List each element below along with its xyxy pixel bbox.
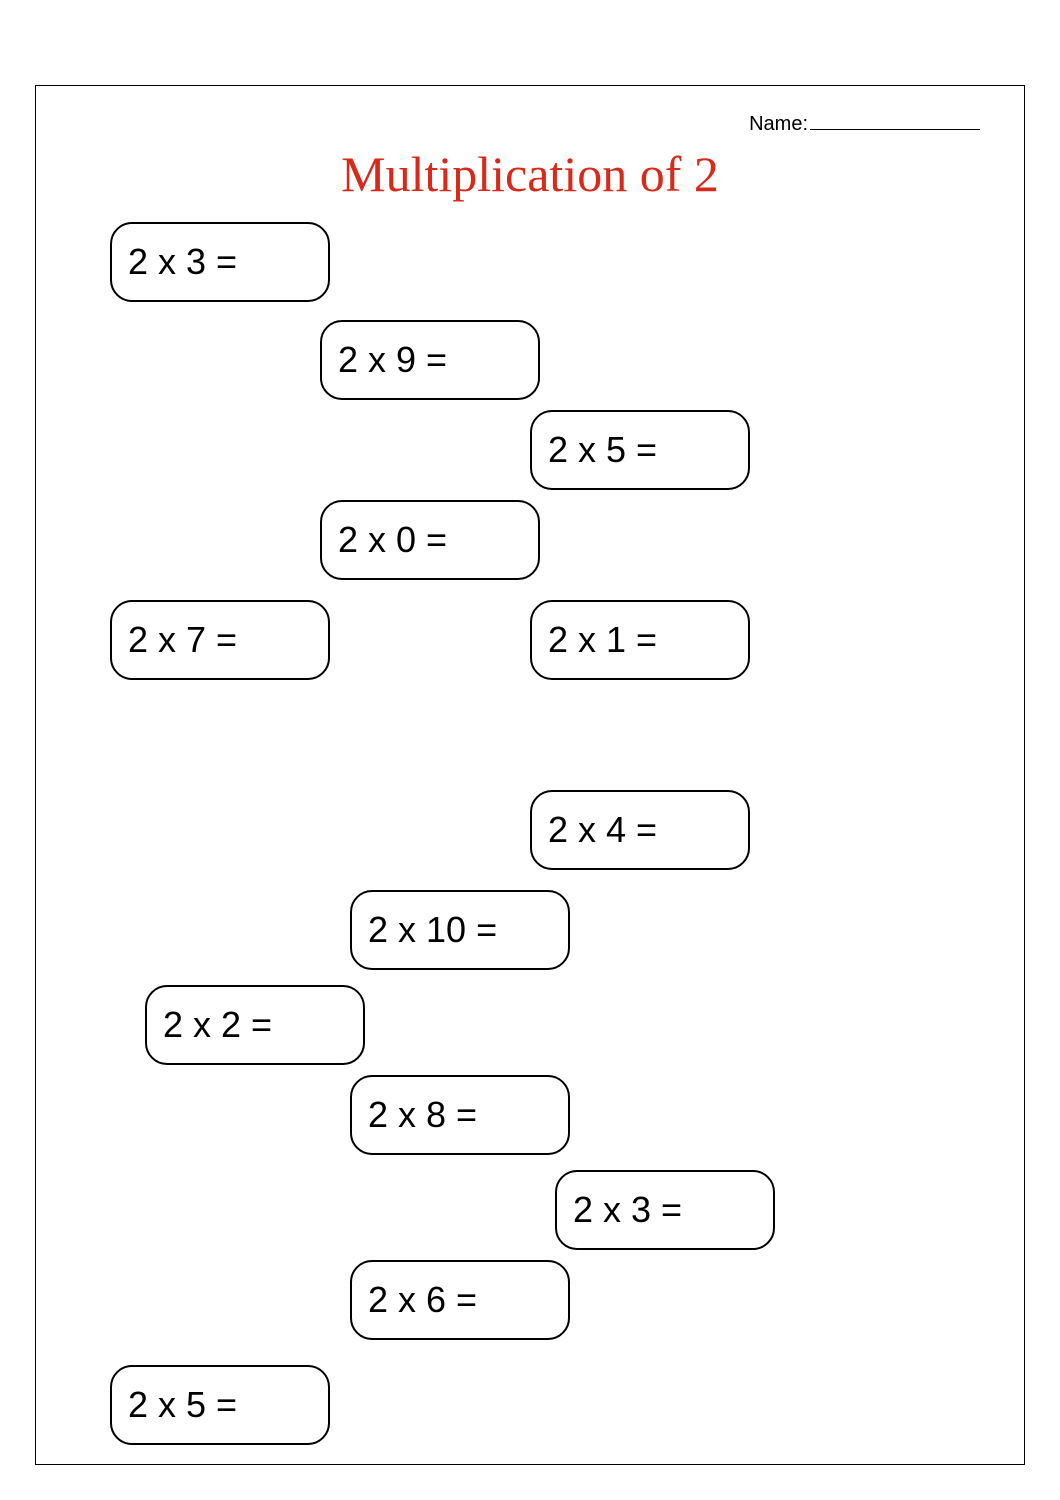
- problem-text: 2 x 5 =: [548, 429, 657, 471]
- problem-text: 2 x 10 =: [368, 909, 497, 951]
- problem-box[interactable]: 2 x 5 =: [110, 1365, 330, 1445]
- problem-text: 2 x 9 =: [338, 339, 447, 381]
- problem-text: 2 x 3 =: [573, 1189, 682, 1231]
- name-field: Name:: [749, 113, 980, 136]
- problem-box[interactable]: 2 x 6 =: [350, 1260, 570, 1340]
- name-label: Name:: [749, 113, 808, 136]
- name-input-line[interactable]: [810, 129, 980, 130]
- problem-box[interactable]: 2 x 9 =: [320, 320, 540, 400]
- problem-box[interactable]: 2 x 8 =: [350, 1075, 570, 1155]
- problem-box[interactable]: 2 x 10 =: [350, 890, 570, 970]
- problem-box[interactable]: 2 x 7 =: [110, 600, 330, 680]
- problem-box[interactable]: 2 x 5 =: [530, 410, 750, 490]
- problem-box[interactable]: 2 x 0 =: [320, 500, 540, 580]
- problem-text: 2 x 1 =: [548, 619, 657, 661]
- problem-text: 2 x 7 =: [128, 619, 237, 661]
- problem-box[interactable]: 2 x 1 =: [530, 600, 750, 680]
- problem-text: 2 x 6 =: [368, 1279, 477, 1321]
- problem-text: 2 x 3 =: [128, 241, 237, 283]
- problem-box[interactable]: 2 x 2 =: [145, 985, 365, 1065]
- problem-box[interactable]: 2 x 3 =: [110, 222, 330, 302]
- problem-text: 2 x 5 =: [128, 1384, 237, 1426]
- problem-text: 2 x 2 =: [163, 1004, 272, 1046]
- problem-text: 2 x 8 =: [368, 1094, 477, 1136]
- problem-box[interactable]: 2 x 4 =: [530, 790, 750, 870]
- problem-text: 2 x 4 =: [548, 809, 657, 851]
- worksheet-title: Multiplication of 2: [0, 145, 1060, 203]
- problem-text: 2 x 0 =: [338, 519, 447, 561]
- problem-box[interactable]: 2 x 3 =: [555, 1170, 775, 1250]
